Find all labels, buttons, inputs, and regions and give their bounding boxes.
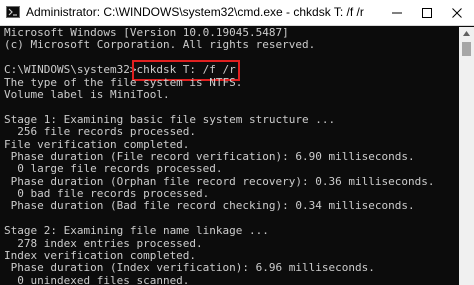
console-line: Phase duration (Bad file record checking… (4, 199, 415, 213)
scroll-up-button[interactable] (459, 27, 474, 41)
minimize-button[interactable] (383, 0, 411, 25)
prompt-line: C:\WINDOWS\system32>chkdsk T: /f /r (4, 60, 456, 81)
maximize-button[interactable] (413, 0, 441, 25)
console-line: Volume label is MiniTool. (4, 87, 170, 101)
console-line: 0 large file records processed. (4, 162, 223, 176)
console-line: Stage 2: Examining file name linkage ... (4, 224, 269, 238)
chevron-up-icon (463, 31, 470, 36)
console-line: (c) Microsoft Corporation. All rights re… (4, 38, 316, 52)
vertical-scrollbar[interactable] (459, 27, 474, 285)
close-icon (452, 8, 462, 18)
window-title: Administrator: C:\WINDOWS\system32\cmd.e… (26, 5, 364, 19)
title-bar[interactable]: Administrator: C:\WINDOWS\system32\cmd.e… (0, 0, 474, 26)
cmd-icon (6, 6, 20, 18)
close-button[interactable] (443, 0, 471, 25)
scroll-thumb[interactable] (462, 42, 471, 56)
console-line: 0 unindexed files scanned. (4, 273, 190, 285)
command-prompt: C:\WINDOWS\system32> (4, 63, 137, 77)
console-output[interactable]: Microsoft Windows [Version 10.0.19045.54… (4, 27, 456, 285)
console-line: Phase duration (Index verification): 6.9… (4, 261, 375, 275)
maximize-icon (422, 8, 432, 18)
highlighted-command: chkdsk T: /f /r (132, 60, 240, 81)
minimize-icon (392, 12, 402, 14)
cmd-window: Administrator: C:\WINDOWS\system32\cmd.e… (0, 0, 474, 285)
console-line: 256 file records processed. (4, 125, 197, 139)
